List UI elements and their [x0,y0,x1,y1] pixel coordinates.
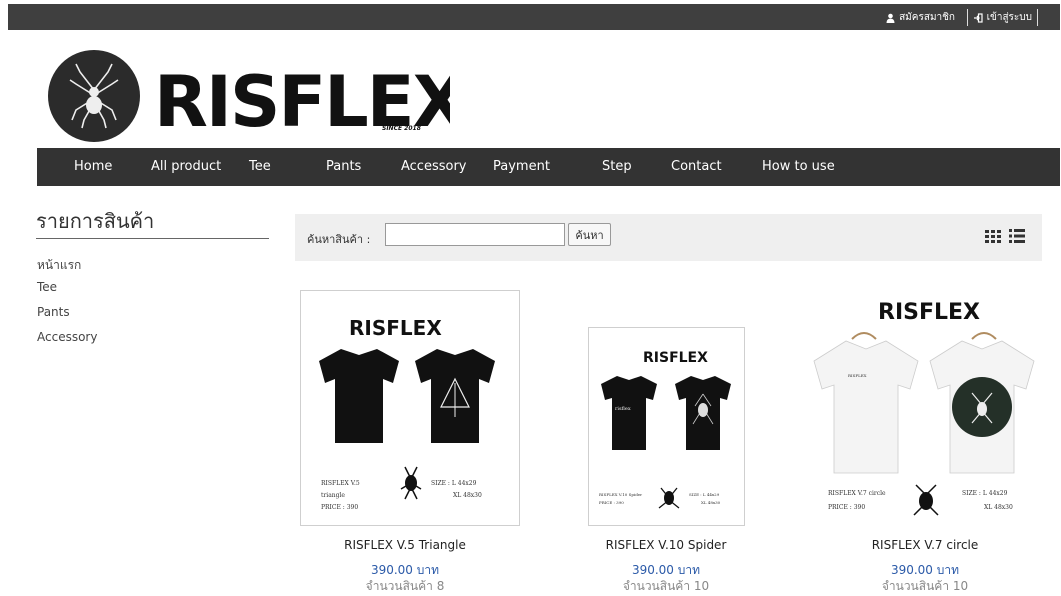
sidebar-title: รายการสินค้า [36,209,155,233]
product-name[interactable]: RISFLEX V.5 Triangle [280,538,530,552]
svg-text:RISFLEX: RISFLEX [848,373,867,378]
login-label: เข้าสู่ระบบ [986,12,1032,23]
since-text: SINCE 2018 [382,125,421,132]
search-input[interactable] [385,223,565,246]
image-size2-text: XL 48x30 [984,504,1013,511]
logo-spider-emblem[interactable] [48,50,140,142]
image-model-text: RISFLEX V.10 Spider [599,492,642,497]
nav-payment[interactable]: Payment [493,148,550,186]
image-price-text: PRICE : 390 [599,500,624,505]
login-link[interactable]: เข้าสู่ระบบ [966,9,1038,26]
product-name[interactable]: RISFLEX V.10 Spider [541,538,791,552]
sidebar-divider [36,238,269,239]
image-wordmark: RISFLEX [643,350,708,366]
nav-all-product[interactable]: All product [151,148,221,186]
image-price-text: PRICE : 390 [828,504,865,511]
image-size1-text: SIZE : L 44x29 [431,480,477,487]
search-button[interactable]: ค้นหา [568,223,611,246]
top-account-bar: สมัครสมาชิก เข้าสู่ระบบ [8,4,1060,30]
image-wordmark: RISFLEX [349,316,442,340]
image-price-text: PRICE : 390 [321,504,358,511]
sidebar-item-tee[interactable]: Tee [37,280,57,294]
risflex-wordmark[interactable]: RISFLEX SINCE 2018 [150,42,468,143]
product-image[interactable]: RISFLEX RISFLEX RISFLEX V.7 circle PRICE… [805,288,1045,526]
image-wordmark: RISFLEX [878,300,980,325]
sign-in-icon [973,12,983,23]
sidebar-item-accessory[interactable]: Accessory [37,330,97,344]
svg-text:risflex: risflex [615,406,631,412]
image-size1-text: SIZE : L 44x29 [689,492,720,497]
image-model-text: RISFLEX V.7 circle [828,490,886,497]
image-size2-text: XL 48x30 [701,500,721,505]
nav-how-to-use[interactable]: How to use [762,148,835,186]
image-size2-text: XL 48x30 [453,492,482,499]
product-stock: จำนวนสินค้า 10 [881,579,969,593]
image-size1-text: SIZE : L 44x29 [962,490,1008,497]
nav-step[interactable]: Step [602,148,632,186]
register-label: สมัครสมาชิก [899,12,955,23]
product-image[interactable]: RISFLEX risflex RISFLEX V.10 Spider PRIC… [588,327,745,526]
product-image[interactable]: RISFLEX RISFLEX V.5 triangle PRICE : 390… [300,290,520,526]
nav-pants[interactable]: Pants [326,148,361,186]
nav-contact[interactable]: Contact [671,148,722,186]
search-label: ค้นหาสินค้า : [307,233,371,246]
spider-icon [69,63,119,129]
user-icon [886,13,895,23]
search-bar: ค้นหาสินค้า : ค้นหา [295,214,1042,261]
sidebar-item-pants[interactable]: Pants [37,305,70,319]
product-stock: จำนวนสินค้า 8 [365,579,445,593]
register-link[interactable]: สมัครสมาชิก [881,9,960,26]
image-model2-text: triangle [321,492,345,499]
list-view-icon[interactable] [1008,227,1026,245]
product-name[interactable]: RISFLEX V.7 circle [800,538,1050,552]
nav-tee[interactable]: Tee [249,148,271,186]
grid-view-icon[interactable] [984,227,1002,245]
sidebar-item-home[interactable]: หน้าแรก [37,256,81,275]
image-model-text: RISFLEX V.5 [321,480,360,487]
nav-accessory[interactable]: Accessory [401,148,467,186]
product-stock: จำนวนสินค้า 10 [622,579,710,593]
nav-home[interactable]: Home [74,148,112,186]
main-nav: Home All product Tee Pants Accessory Pay… [37,148,1060,186]
